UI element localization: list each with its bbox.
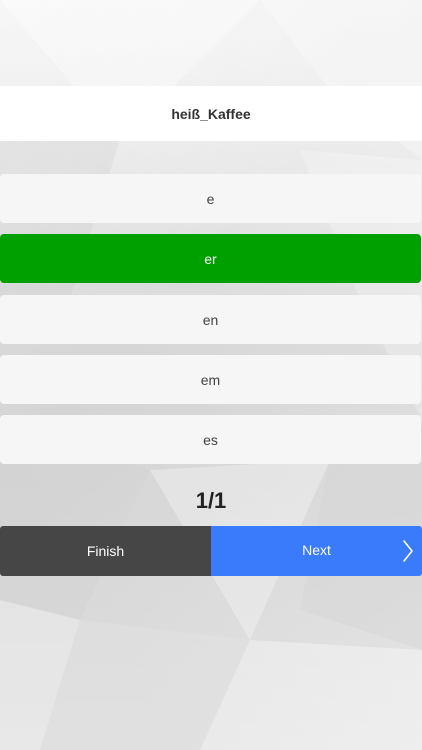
option-er[interactable]: er: [0, 234, 421, 283]
question-counter: 1/1: [195, 488, 227, 513]
option-e[interactable]: e: [0, 174, 421, 223]
finish-button[interactable]: Finish: [0, 526, 211, 576]
option-em[interactable]: em: [0, 355, 421, 404]
action-bar: Finish Next: [0, 526, 422, 576]
next-button-label: Next: [302, 542, 331, 558]
question-word: heiß_Kaffee: [0, 86, 422, 141]
chevron-right-icon: [403, 540, 413, 562]
option-es[interactable]: es: [0, 415, 421, 464]
option-en[interactable]: en: [0, 295, 421, 344]
next-button[interactable]: Next: [211, 526, 422, 576]
